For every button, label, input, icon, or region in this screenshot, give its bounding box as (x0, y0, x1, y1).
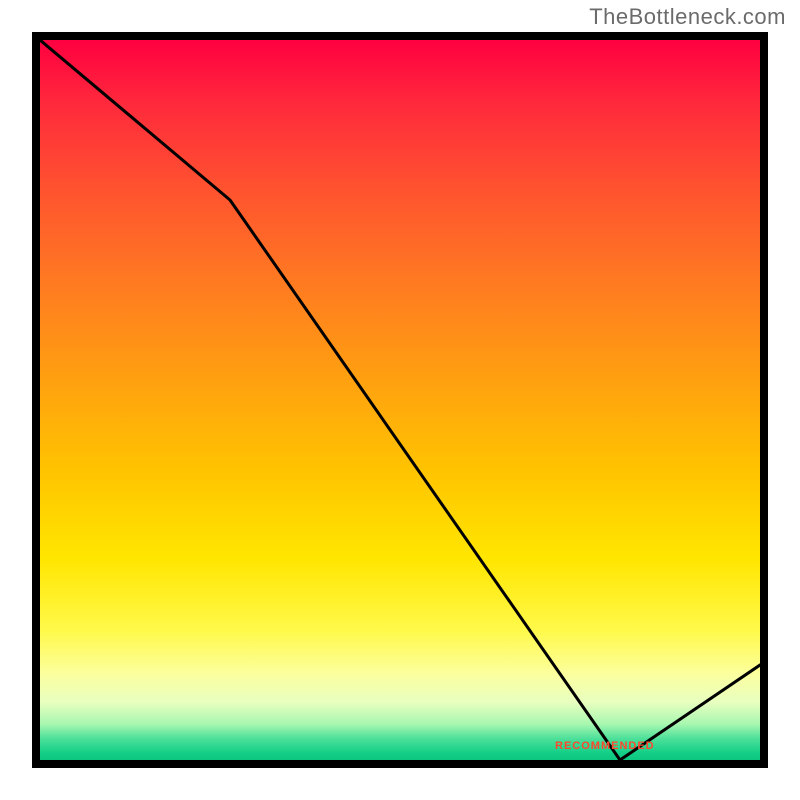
recommended-label: RECOMMENDED (555, 740, 655, 752)
plot-area: RECOMMENDED (32, 32, 768, 768)
line-curve (40, 40, 760, 760)
attribution-text: TheBottleneck.com (589, 4, 786, 30)
chart-container: TheBottleneck.com RECOMMENDED (0, 0, 800, 800)
